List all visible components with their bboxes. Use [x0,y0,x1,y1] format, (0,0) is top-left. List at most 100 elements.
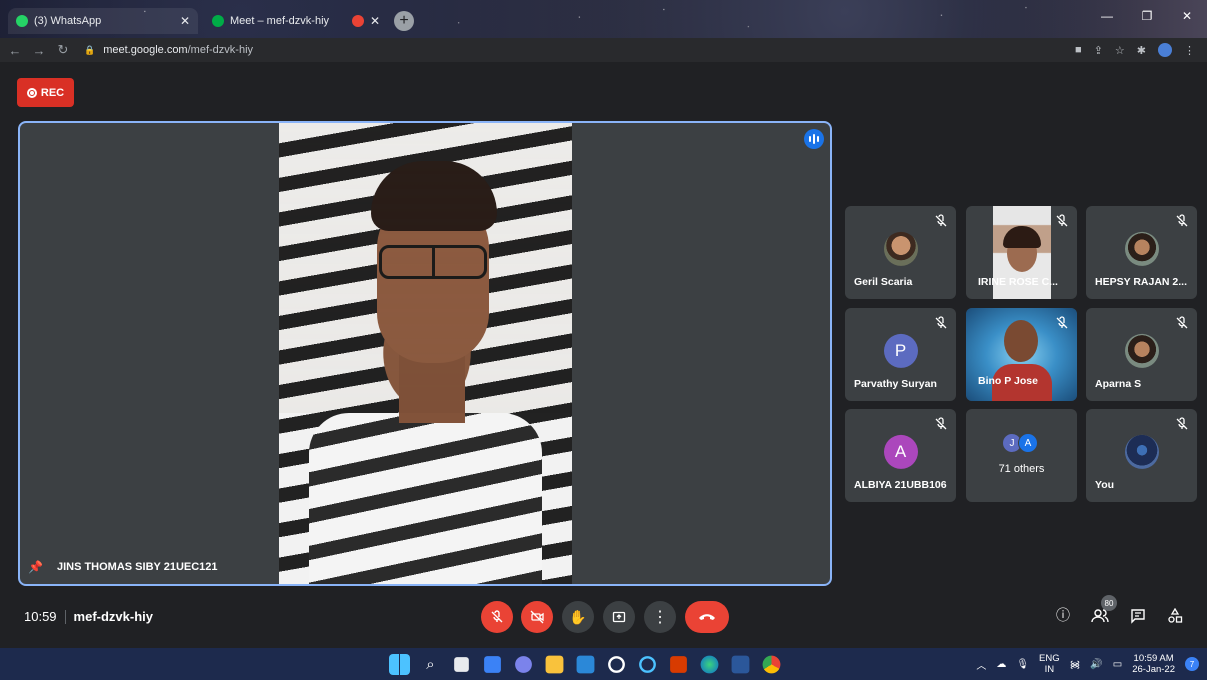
raise-hand-button[interactable]: ✋ [562,601,594,633]
show-hidden-icons-icon[interactable]: ︿ [976,657,986,672]
browser-tab-bar: (3) WhatsApp ✕ Meet – mef-dzvk-hiy ✕ + —… [0,0,1207,38]
others-count: 71 others [998,463,1045,475]
store-icon[interactable] [576,655,595,673]
task-view-icon[interactable] [454,656,469,672]
others-tile[interactable]: J A 71 others [966,409,1077,502]
profile-icon[interactable] [1158,43,1172,57]
self-tile[interactable]: You [1086,409,1197,502]
volume-icon[interactable]: 🔊 [1090,659,1102,670]
window-controls: — ❐ ✕ [1087,0,1207,32]
camera-icon[interactable]: ■ [1075,44,1082,56]
video-face [377,193,489,363]
bookmark-star-icon[interactable]: ☆ [1115,44,1125,57]
language-indicator[interactable]: ENG IN [1039,653,1060,675]
recording-badge[interactable]: REC [17,78,74,107]
recording-dot-icon [352,15,364,27]
battery-icon[interactable]: ▭ [1113,659,1122,670]
meeting-details-icon[interactable]: ⓘ [1056,605,1070,625]
more-vert-icon: ⋮ [652,609,668,626]
url-path: /mef-dzvk-hiy [187,44,254,56]
more-options-button[interactable]: ⋮ [644,601,676,633]
participant-tile[interactable]: P Parvathy Suryan [845,308,956,401]
tray-time: 10:59 AM [1133,653,1174,664]
present-screen-icon [612,611,626,623]
avatar: P [883,333,918,368]
address-bar: ← → ↻ 🔒 meet.google.com /mef-dzvk-hiy ■ … [0,38,1207,62]
participant-tile[interactable]: Aparna S [1086,308,1197,401]
main-speaker-label: 📌 JINS THOMAS SIBY 21UEC121 [28,560,218,574]
leave-call-button[interactable] [685,601,729,633]
start-icon[interactable] [389,653,410,675]
menu-icon[interactable]: ⋮ [1184,44,1195,57]
mic-off-icon [491,610,503,623]
avatar [1124,231,1159,266]
main-speaker-name: JINS THOMAS SIBY 21UEC121 [56,561,218,573]
back-icon[interactable]: ← [6,43,24,58]
widgets-icon[interactable] [484,655,501,673]
cortana-icon[interactable] [639,655,656,673]
url-field[interactable]: 🔒 meet.google.com /mef-dzvk-hiy [84,44,253,56]
video-glasses [379,245,487,279]
wifi-icon[interactable]: ᯼ [1070,657,1081,671]
tab-whatsapp[interactable]: (3) WhatsApp ✕ [8,8,198,34]
speaking-indicator-icon [804,129,824,149]
cloud-icon[interactable]: ☁ [996,659,1006,670]
tab-title: Meet – mef-dzvk-hiy [230,15,330,27]
search-icon[interactable]: ⌕ [420,654,441,675]
file-explorer-icon[interactable] [545,655,564,673]
notification-badge[interactable]: 7 [1185,657,1199,671]
mic-off-icon [1056,316,1068,329]
participant-tile[interactable]: HEPSY RAJAN 2... [1086,206,1197,299]
tray-date: 26-Jan-22 [1132,664,1175,675]
participant-name: ALBIYA 21UBB106 [854,479,947,491]
mic-off-icon [935,316,947,329]
participant-tile[interactable]: IRINE ROSE C... [966,206,1077,299]
hang-up-icon [699,614,715,620]
edge-icon[interactable] [700,655,719,673]
teams-chat-icon[interactable] [515,655,532,673]
lock-icon: 🔒 [84,44,96,55]
share-icon[interactable]: ⇪ [1094,44,1103,57]
maximize-icon[interactable]: ❐ [1127,0,1167,32]
extensions-icon[interactable]: ✱ [1137,44,1146,57]
chat-icon[interactable] [1130,608,1146,627]
rec-label: REC [40,86,65,99]
others-avatars: J A [1002,433,1038,453]
chrome-icon[interactable] [762,655,781,673]
lang-top: ENG [1039,653,1060,664]
toolbar-icons: ■ ⇪ ☆ ✱ ⋮ [1075,43,1195,57]
participant-name: HEPSY RAJAN 2... [1095,276,1188,288]
toggle-mic-button[interactable] [481,601,513,633]
close-tab-icon[interactable]: ✕ [370,14,380,28]
present-button[interactable] [603,601,635,633]
word-icon[interactable] [731,655,750,673]
tab-recording[interactable]: ✕ [344,8,384,34]
forward-icon[interactable]: → [30,43,48,58]
tab-title: (3) WhatsApp [34,15,102,27]
participant-name: Geril Scaria [854,276,913,288]
close-window-icon[interactable]: ✕ [1167,0,1207,32]
avatar [883,231,918,266]
system-tray: ︿ ☁ 🎙 ENG IN ᯼ 🔊 ▭ 10:59 AM 26-Jan-22 7 [976,648,1199,680]
participant-tile[interactable]: Bino P Jose [966,308,1077,401]
office-icon[interactable] [670,655,687,673]
main-speaker-tile[interactable]: 📌 JINS THOMAS SIBY 21UEC121 [18,121,832,586]
participant-tile[interactable]: A ALBIYA 21UBB106 [845,409,956,502]
pin-icon[interactable]: 📌 [28,560,43,574]
mic-icon[interactable]: 🎙 [1016,659,1029,670]
close-tab-icon[interactable]: ✕ [180,14,190,28]
minimize-icon[interactable]: — [1087,0,1127,32]
participant-name: IRINE ROSE C... [978,276,1058,288]
meeting-code: mef-dzvk-hiy [73,609,154,624]
app-icon[interactable] [608,655,625,673]
participant-tile[interactable]: Geril Scaria [845,206,956,299]
avatar: A [1018,433,1038,453]
reload-icon[interactable]: ↻ [54,42,72,58]
clock-date[interactable]: 10:59 AM 26-Jan-22 [1132,653,1175,675]
toggle-camera-button[interactable] [521,601,553,633]
new-tab-button[interactable]: + [394,11,414,31]
hand-icon: ✋ [569,608,587,625]
people-icon[interactable] [1091,608,1109,627]
url-host: meet.google.com [103,44,188,56]
activities-icon[interactable] [1167,607,1183,627]
